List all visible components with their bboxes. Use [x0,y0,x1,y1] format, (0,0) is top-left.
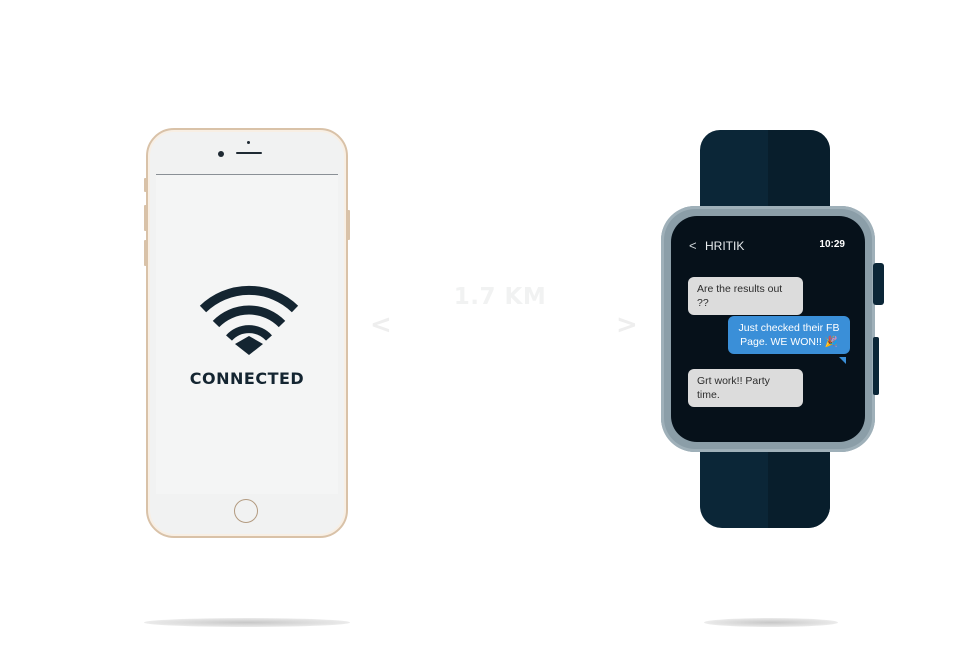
phone-volume-down [144,240,147,266]
phone-speaker [236,152,262,154]
smartphone: CONNECTED [146,128,348,538]
watch-band-bottom [700,440,830,528]
bubble-tail [691,394,698,401]
watch-time: 10:29 [819,239,845,250]
contact-name: HRITIK [705,239,745,253]
phone-power-button [347,210,350,240]
right-arrow-icon: > [616,310,638,340]
home-button[interactable] [234,499,258,523]
watch-screen: < HRITIK 10:29 Are the results out ?? Ju… [671,216,865,442]
phone-sensor [247,141,250,144]
message-bubble: Grt work!! Party time. [688,369,803,407]
watch-side-button[interactable] [873,337,879,395]
bubble-tail [691,302,698,309]
phone-camera [218,151,224,157]
message-text: Grt work!! Party time. [697,375,770,401]
watch-crown[interactable] [873,263,884,305]
phone-screen: CONNECTED [156,174,338,494]
connection-status: CONNECTED [189,369,305,388]
back-icon[interactable]: < [689,238,697,253]
watch-shadow [704,618,838,627]
phone-side-button [144,178,147,192]
phone-shadow [144,618,350,627]
message-text: Just checked their FB Page. WE WON!! 🎉 [738,322,840,348]
message-bubble: Just checked their FB Page. WE WON!! 🎉 [728,316,850,354]
bubble-tail [839,357,846,364]
phone-volume-up [144,205,147,231]
wifi-icon [199,285,299,355]
left-arrow-icon: < [370,310,392,340]
message-text: Are the results out ?? [697,283,783,309]
message-bubble: Are the results out ?? [688,277,803,315]
distance-label: 1.7 KM [453,284,547,310]
